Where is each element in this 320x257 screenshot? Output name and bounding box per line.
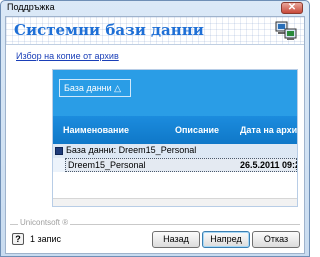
group-expander-icon[interactable] bbox=[55, 147, 63, 155]
group-row-label: База данни: Dreem15_Personal bbox=[66, 145, 197, 155]
cell-name: Dreem15_Personal bbox=[68, 160, 146, 170]
grid-group-row[interactable]: База данни: Dreem15_Personal bbox=[53, 144, 297, 158]
record-count: 1 запис bbox=[30, 234, 62, 244]
column-header-name[interactable]: Наименование bbox=[63, 125, 129, 135]
computer-network-icon bbox=[275, 21, 297, 40]
column-header-archive-date[interactable]: Дата на архив bbox=[240, 125, 297, 135]
cancel-button[interactable]: Отказ bbox=[252, 231, 300, 248]
help-icon[interactable]: ? bbox=[12, 233, 24, 245]
close-button[interactable]: ✕ bbox=[281, 2, 303, 14]
grid-column-headers: Наименование Описание Дата на архив bbox=[53, 116, 297, 144]
window-title: Поддръжка bbox=[7, 2, 55, 12]
group-by-panel: База данни △ bbox=[53, 70, 297, 116]
grid-empty-area bbox=[53, 172, 297, 198]
grid-horizontal-scrollbar[interactable] bbox=[53, 198, 297, 206]
title-bar[interactable]: Поддръжка ✕ bbox=[1, 1, 309, 15]
backup-grid: База данни △ Наименование Описание Дата … bbox=[52, 69, 298, 207]
wizard-header: Системни бази данни bbox=[6, 17, 304, 45]
dialog-content: Системни бази данни Избор на копие от ар… bbox=[5, 16, 305, 254]
select-backup-link[interactable]: Избор на копие от архив bbox=[16, 51, 119, 61]
dialog-window: Поддръжка ✕ Системни бази данни Избор на… bbox=[0, 0, 310, 257]
column-header-description[interactable]: Описание bbox=[175, 125, 219, 135]
cell-archive-date: 26.5.2011 09:27 bbox=[240, 160, 297, 170]
brand-label: Unicontsoft ® bbox=[18, 218, 71, 227]
table-row[interactable]: Dreem15_Personal 26.5.2011 09:27 bbox=[65, 158, 297, 172]
next-button[interactable]: Напред bbox=[202, 231, 250, 248]
back-button[interactable]: Назад bbox=[152, 231, 200, 248]
page-title: Системни бази данни bbox=[14, 21, 204, 39]
group-by-database-chip[interactable]: База данни △ bbox=[59, 79, 131, 97]
